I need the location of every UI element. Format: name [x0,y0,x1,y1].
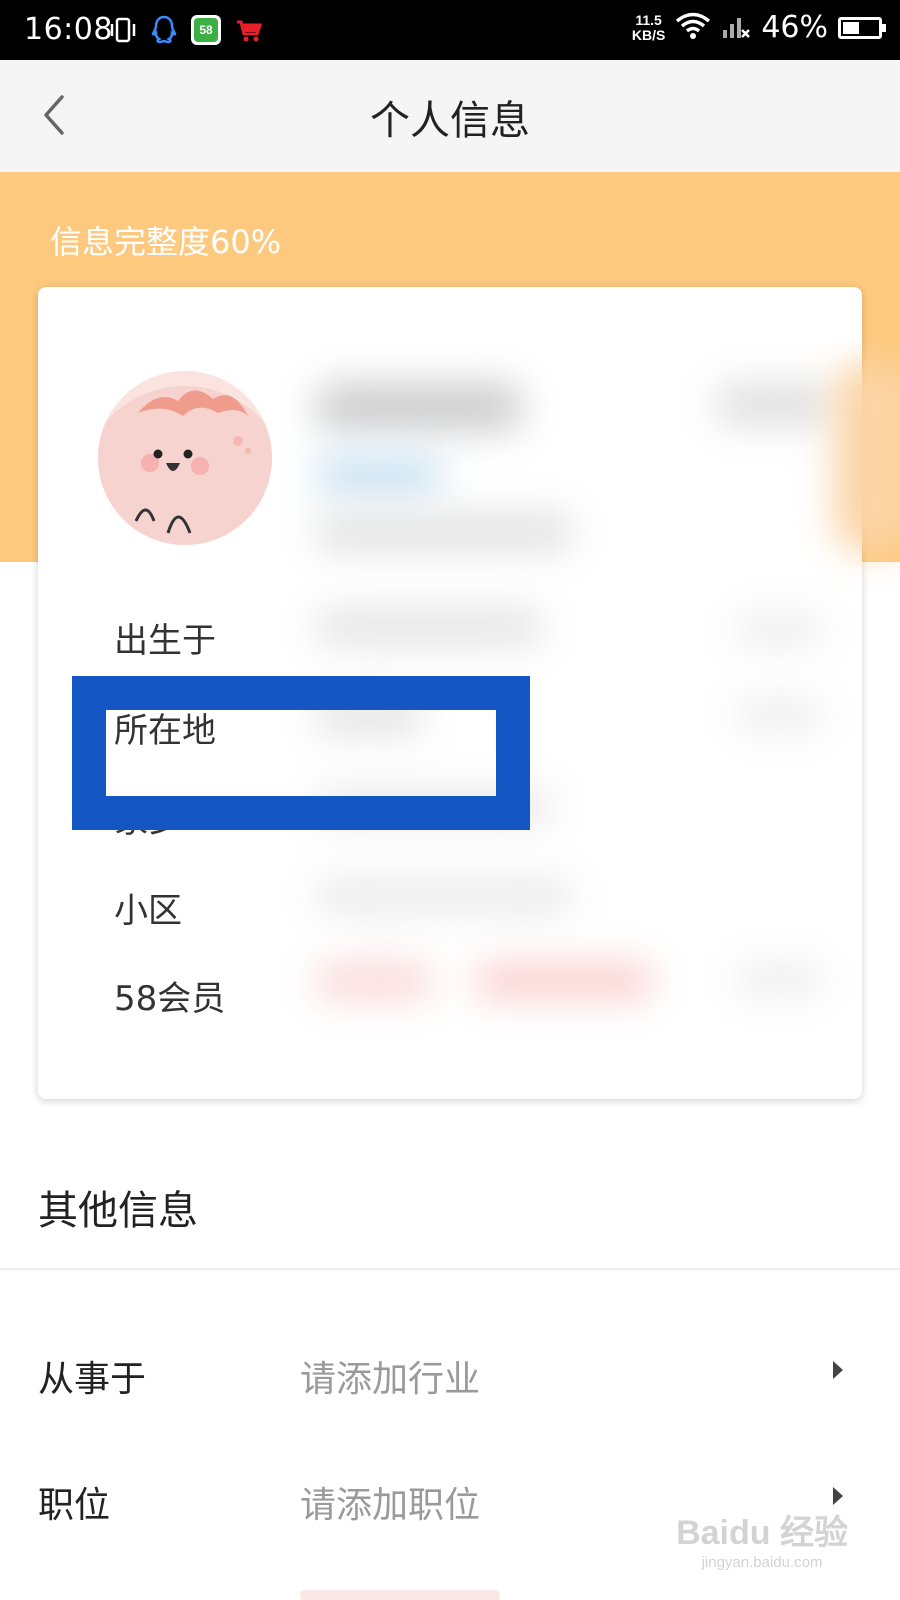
cart-icon [234,15,264,49]
row-label-position: 职位 [38,1485,111,1526]
blurred-profile-details [274,342,900,1058]
row-industry[interactable]: 从事于 请添加行业 [0,1322,900,1422]
battery-fill [843,21,859,34]
battery-percent: 46% [761,10,828,45]
label-birth: 出生于 [114,621,216,661]
network-speed-unit: KB/S [631,26,666,43]
row-label-industry: 从事于 [38,1359,147,1400]
row-value-position: 请添加职位 [300,1485,481,1526]
label-community: 小区 [114,891,182,931]
watermark-domain: jingyan.baidu.com [701,1554,823,1571]
battery-icon [838,16,886,39]
section-title-other-info: 其他信息 [38,1188,198,1234]
completeness-text: 信息完整度60% [50,223,282,261]
label-hometown: 家乡 [114,801,182,841]
header: 个人信息 [0,60,900,172]
page-title: 个人信息 [370,98,530,144]
vibrate-icon [108,15,138,49]
avatar[interactable] [98,371,272,545]
signal-icon [721,12,751,44]
app-58-icon: 58 [190,14,222,50]
status-right-area: 11.5 KB/S 46% [631,10,886,45]
network-speed-value: 11.5 [635,11,662,28]
divider [0,1268,900,1270]
qq-icon [150,14,178,50]
row-value-industry: 请添加行业 [300,1359,481,1400]
watermark-brand: Baidu 经验 [676,1514,848,1552]
wifi-icon [675,12,711,44]
caret-right-icon [832,1486,844,1506]
label-58-member: 58会员 [114,979,226,1019]
watermark: Baidu 经验 jingyan.baidu.com [676,1505,848,1571]
svg-text:58: 58 [199,23,213,37]
bottom-partial-element [300,1590,500,1600]
profile-card: 出生于 所在地 家乡 小区 58会员 [38,287,900,1099]
status-time: 16:08 [24,12,113,47]
caret-right-icon [832,1360,844,1380]
status-bar: 16:08 58 11.5 KB/S 46% [0,0,900,60]
network-speed: 11.5 KB/S [631,11,666,43]
status-notification-icons: 58 [108,14,264,50]
label-location[interactable]: 所在地 [114,703,216,752]
